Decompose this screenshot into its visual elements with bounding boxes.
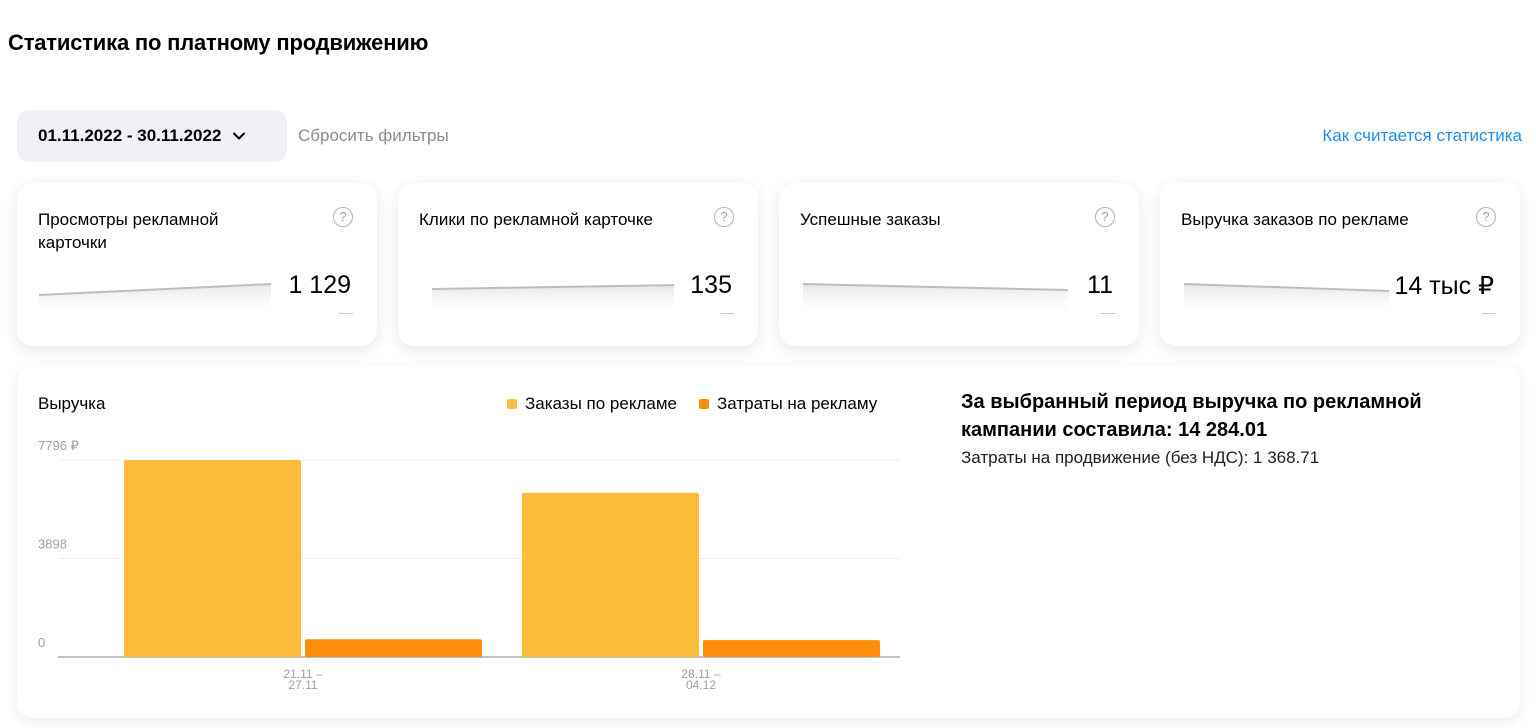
y-tick-label: 7796 ₽	[38, 438, 79, 453]
revenue-chart-panel: Выручка Заказы по рекламе Затраты на рек…	[17, 366, 1520, 718]
sparkline	[431, 284, 674, 317]
revenue-bar-chart: 7796 ₽3898021.11 –27.1128.11 –04.12	[38, 438, 900, 692]
chevron-down-icon	[233, 132, 246, 140]
metric-value: 135	[690, 271, 732, 299]
sparkline	[803, 283, 1068, 317]
bar-costs	[703, 640, 880, 657]
bar-orders	[124, 460, 301, 657]
x-tick-label: 27.11	[288, 678, 317, 692]
help-icon[interactable]: ?	[1476, 207, 1496, 227]
metric-empty-dash	[1101, 313, 1115, 314]
summary-subtitle: Затраты на продвижение (без НДС): 1 368.…	[961, 448, 1320, 467]
metric-value: 11	[1087, 271, 1113, 299]
statistics-help-link[interactable]: Как считается статистика	[1322, 126, 1522, 146]
help-icon[interactable]: ?	[333, 207, 353, 227]
metric-value: 1 129	[288, 271, 351, 299]
metric-label: Просмотры рекламной карточки	[38, 210, 219, 252]
metric-card-views: Просмотры рекламной карточки ? 1 129	[17, 183, 377, 346]
bar-orders	[522, 492, 699, 657]
summary-block: За выбранный период выручка по рекламной…	[961, 388, 1501, 468]
page-title: Статистика по платному продвижению	[8, 30, 429, 55]
date-range-picker[interactable]: 01.11.2022 - 30.11.2022	[17, 110, 287, 162]
metric-empty-dash	[1482, 313, 1496, 314]
metric-card-clicks: Клики по рекламной карточке ? 135	[398, 183, 758, 346]
sparkline	[1184, 283, 1389, 317]
reset-filters-link[interactable]: Сбросить фильтры	[298, 126, 449, 146]
help-icon[interactable]: ?	[1095, 207, 1115, 227]
help-icon[interactable]: ?	[714, 207, 734, 227]
metric-card-revenue: Выручка заказов по рекламе ? 14 тыс ₽	[1160, 183, 1520, 346]
y-tick-label: 3898	[38, 537, 67, 552]
metric-value: 14 тыс ₽	[1394, 272, 1494, 300]
metric-label: Клики по рекламной карточке	[419, 210, 653, 229]
metric-card-orders: Успешные заказы ? 11	[779, 183, 1139, 346]
metric-empty-dash	[339, 313, 353, 314]
metric-label: Успешные заказы	[800, 210, 941, 229]
bar-costs	[305, 639, 482, 657]
metric-empty-dash	[720, 313, 734, 314]
summary-title: За выбранный период выручка по рекламной…	[961, 391, 1422, 441]
sparkline	[39, 283, 271, 317]
date-range-value: 01.11.2022 - 30.11.2022	[38, 126, 222, 145]
y-tick-label: 0	[38, 635, 45, 650]
metric-label: Выручка заказов по рекламе	[1181, 210, 1409, 229]
x-tick-label: 04.12	[686, 678, 716, 692]
